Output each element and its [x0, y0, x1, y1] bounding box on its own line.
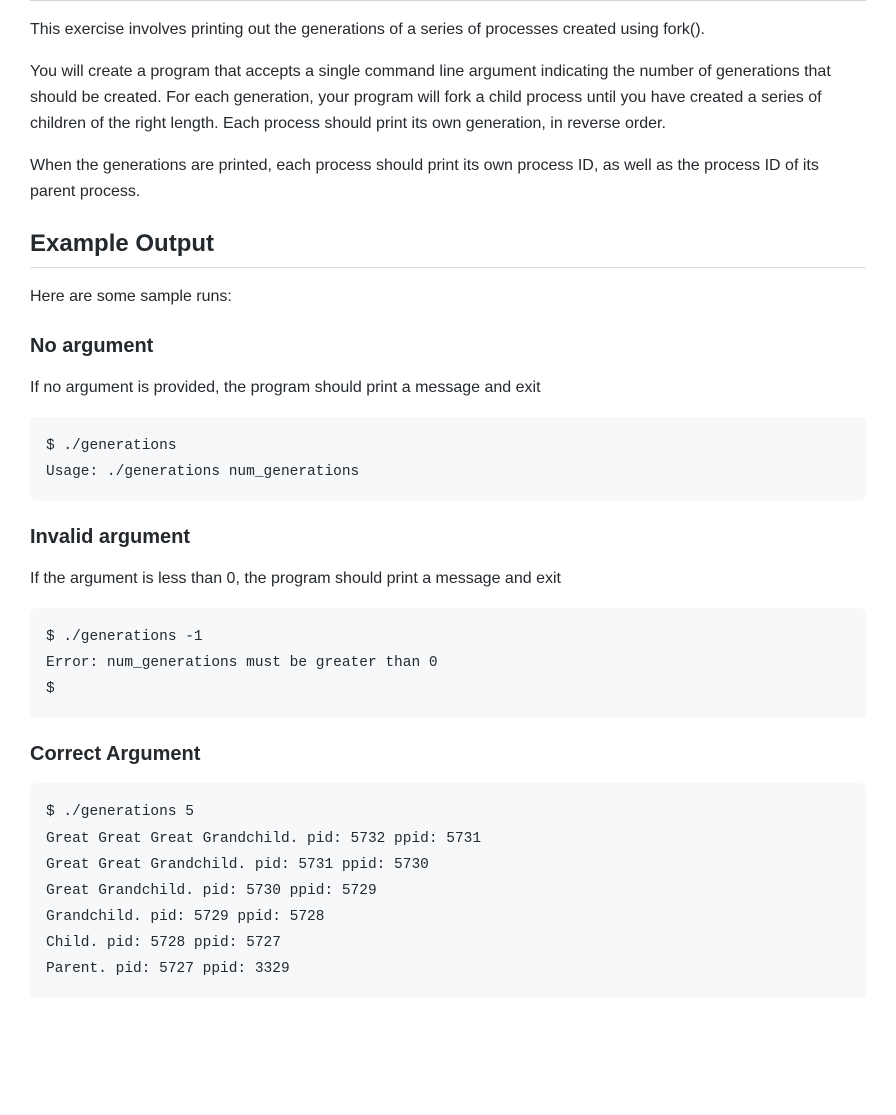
example-output-heading: Example Output: [30, 229, 866, 268]
intro-paragraph-1: This exercise involves printing out the …: [30, 17, 866, 43]
section-divider: [30, 0, 866, 1]
invalid-argument-desc: If the argument is less than 0, the prog…: [30, 566, 866, 592]
intro-paragraph-3: When the generations are printed, each p…: [30, 153, 866, 205]
correct-argument-heading: Correct Argument: [30, 742, 866, 767]
invalid-argument-code: $ ./generations -1 Error: num_generation…: [30, 608, 866, 718]
intro-paragraph-2: You will create a program that accepts a…: [30, 59, 866, 137]
sample-runs-lead: Here are some sample runs:: [30, 284, 866, 310]
no-argument-desc: If no argument is provided, the program …: [30, 375, 866, 401]
no-argument-heading: No argument: [30, 334, 866, 359]
correct-argument-code: $ ./generations 5 Great Great Great Gran…: [30, 783, 866, 998]
invalid-argument-heading: Invalid argument: [30, 525, 866, 550]
no-argument-code: $ ./generations Usage: ./generations num…: [30, 417, 866, 501]
